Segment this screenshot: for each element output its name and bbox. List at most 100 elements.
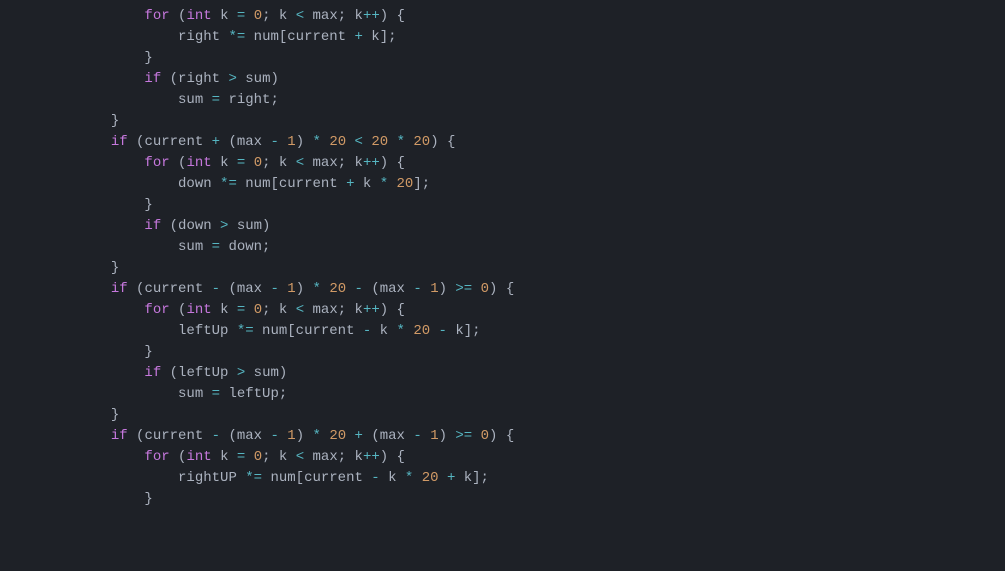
code-token: (max xyxy=(363,428,413,444)
code-token: sum xyxy=(178,386,212,402)
code-token: = xyxy=(212,239,220,255)
code-token: >= xyxy=(455,281,472,297)
code-line[interactable]: if (leftUp > sum) xyxy=(0,363,1005,384)
code-line[interactable]: } xyxy=(0,258,1005,279)
code-line[interactable]: rightUP *= num[current - k * 20 + k]; xyxy=(0,468,1005,489)
code-token: } xyxy=(111,407,119,423)
code-line[interactable]: for (int k = 0; k < max; k++) { xyxy=(0,153,1005,174)
code-token: (leftUp xyxy=(161,365,237,381)
code-token: k xyxy=(371,323,396,339)
code-token: - xyxy=(439,323,447,339)
code-token: sum) xyxy=(237,71,279,87)
code-token: k]; xyxy=(447,323,481,339)
code-token: sum) xyxy=(228,218,270,234)
code-token: max; k xyxy=(304,302,363,318)
code-line[interactable]: } xyxy=(0,489,1005,510)
code-token: max; k xyxy=(304,155,363,171)
code-line[interactable]: for (int k = 0; k < max; k++) { xyxy=(0,447,1005,468)
code-token: (current xyxy=(128,134,212,150)
code-token: for xyxy=(144,8,169,24)
code-token: for xyxy=(144,155,169,171)
code-token: sum) xyxy=(245,365,287,381)
code-token xyxy=(422,281,430,297)
code-line[interactable]: } xyxy=(0,195,1005,216)
code-token: >= xyxy=(455,428,472,444)
code-line[interactable]: right *= num[current + k]; xyxy=(0,27,1005,48)
code-token xyxy=(388,134,396,150)
code-token xyxy=(439,470,447,486)
code-token: } xyxy=(144,197,152,213)
code-token: ) { xyxy=(380,302,405,318)
code-token: } xyxy=(144,50,152,66)
code-token: k xyxy=(354,176,379,192)
code-token xyxy=(472,281,480,297)
code-token: ) xyxy=(296,134,313,150)
code-token xyxy=(346,281,354,297)
code-token: for xyxy=(144,302,169,318)
code-token xyxy=(422,428,430,444)
code-line[interactable]: down *= num[current + k * 20]; xyxy=(0,174,1005,195)
code-line[interactable]: } xyxy=(0,405,1005,426)
code-line[interactable]: sum = down; xyxy=(0,237,1005,258)
code-token: *= xyxy=(245,470,262,486)
code-token: if xyxy=(144,218,161,234)
code-token: (down xyxy=(161,218,220,234)
code-token: 20 xyxy=(413,323,430,339)
code-token: ) xyxy=(296,428,313,444)
code-editor[interactable]: for (int k = 0; k < max; k++) { right *=… xyxy=(0,0,1005,510)
code-line[interactable]: } xyxy=(0,342,1005,363)
code-token: 0 xyxy=(481,428,489,444)
code-token xyxy=(413,470,421,486)
code-line[interactable]: if (current - (max - 1) * 20 - (max - 1)… xyxy=(0,279,1005,300)
code-token xyxy=(388,176,396,192)
code-token: ) { xyxy=(489,428,514,444)
code-line[interactable]: if (current + (max - 1) * 20 < 20 * 20) … xyxy=(0,132,1005,153)
code-token: ; k xyxy=(262,155,296,171)
code-line[interactable]: } xyxy=(0,48,1005,69)
code-line[interactable]: for (int k = 0; k < max; k++) { xyxy=(0,300,1005,321)
code-token: num[current xyxy=(254,323,363,339)
code-token xyxy=(430,323,438,339)
code-token: ) { xyxy=(380,449,405,465)
code-line[interactable]: } xyxy=(0,111,1005,132)
code-token: 20 xyxy=(422,470,439,486)
code-line[interactable]: leftUp *= num[current - k * 20 - k]; xyxy=(0,321,1005,342)
code-token: ) { xyxy=(489,281,514,297)
code-token: (current xyxy=(128,428,212,444)
code-token: - xyxy=(270,281,278,297)
code-token: 0 xyxy=(254,8,262,24)
code-token: k]; xyxy=(363,29,397,45)
code-token: 1 xyxy=(287,428,295,444)
code-line[interactable]: sum = leftUp; xyxy=(0,384,1005,405)
code-line[interactable]: if (right > sum) xyxy=(0,69,1005,90)
code-token: (max xyxy=(363,281,413,297)
code-token: ++ xyxy=(363,8,380,24)
code-token: 1 xyxy=(287,281,295,297)
code-token: num[current xyxy=(245,29,354,45)
code-token: < xyxy=(296,449,304,465)
code-token: k xyxy=(212,449,237,465)
code-line[interactable]: if (current - (max - 1) * 20 + (max - 1)… xyxy=(0,426,1005,447)
code-token: 20 xyxy=(329,281,346,297)
code-token: down xyxy=(178,176,220,192)
code-token: 20 xyxy=(329,134,346,150)
code-token: 0 xyxy=(254,302,262,318)
code-token: (max xyxy=(220,281,270,297)
code-token: < xyxy=(355,134,363,150)
code-line[interactable]: for (int k = 0; k < max; k++) { xyxy=(0,6,1005,27)
code-token: max; k xyxy=(304,8,363,24)
code-token: int xyxy=(186,302,211,318)
code-token: ++ xyxy=(363,449,380,465)
code-token: *= xyxy=(237,323,254,339)
code-line[interactable]: sum = right; xyxy=(0,90,1005,111)
code-token: - xyxy=(371,470,379,486)
code-token: sum xyxy=(178,239,212,255)
code-token: ++ xyxy=(363,302,380,318)
code-token: (current xyxy=(128,281,212,297)
code-token: max; k xyxy=(304,449,363,465)
code-line[interactable]: if (down > sum) xyxy=(0,216,1005,237)
code-token: leftUp; xyxy=(220,386,287,402)
code-token: - xyxy=(270,134,278,150)
code-token: (max xyxy=(220,428,270,444)
code-token: * xyxy=(397,323,405,339)
